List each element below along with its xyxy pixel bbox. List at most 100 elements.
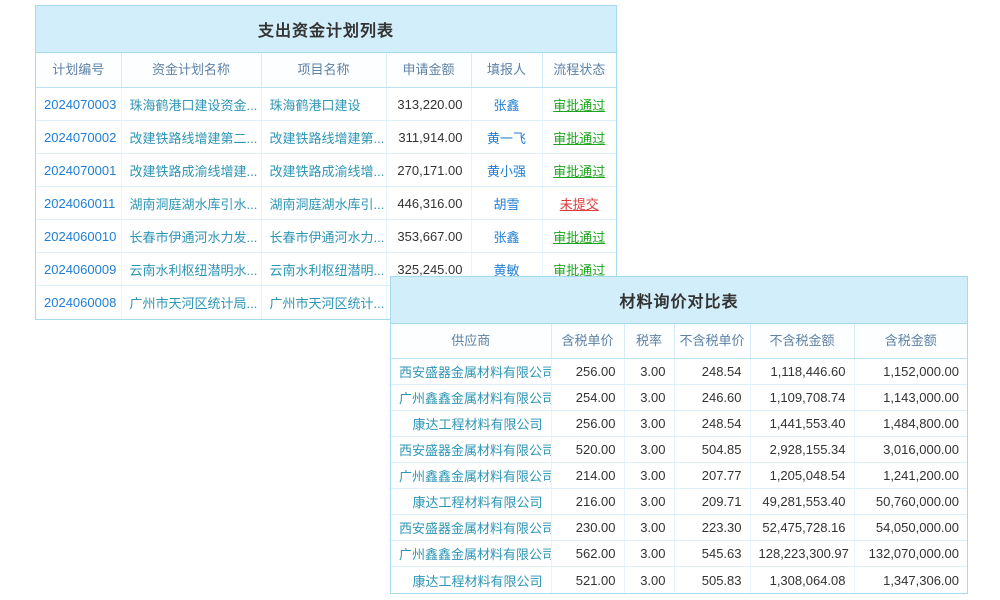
plan-list-title: 支出资金计划列表	[36, 6, 616, 53]
cell-amount-excl-tax: 1,205,048.54	[750, 463, 854, 489]
cell-tax-rate: 3.00	[624, 515, 674, 541]
quote-compare-table: 供应商 含税单价 税率 不含税单价 不含税金额 含税金额 西安盛器金属材料有限公…	[391, 324, 967, 593]
cell-plan-id[interactable]: 2024060009	[36, 253, 121, 286]
col-price-excl-tax: 不含税单价	[674, 324, 750, 359]
cell-plan-name: 湖南洞庭湖水库引水...	[121, 187, 261, 220]
col-amount-excl-tax: 不含税金额	[750, 324, 854, 359]
cell-price-incl-tax: 256.00	[551, 411, 624, 437]
cell-person: 张鑫	[471, 88, 542, 121]
table-row: 2024070003 珠海鹤港口建设资金... 珠海鹤港口建设 313,220.…	[36, 88, 616, 121]
cell-tax-rate: 3.00	[624, 567, 674, 593]
cell-supplier[interactable]: 西安盛器金属材料有限公司	[391, 437, 551, 463]
cell-amount: 311,914.00	[386, 121, 471, 154]
plan-list-header: 计划编号 资金计划名称 项目名称 申请金额 填报人 流程状态	[36, 53, 616, 88]
quote-compare-body: 西安盛器金属材料有限公司 256.00 3.00 248.54 1,118,44…	[391, 359, 967, 593]
table-row: 2024070001 改建铁路成渝线增建... 改建铁路成渝线增... 270,…	[36, 154, 616, 187]
cell-supplier[interactable]: 康达工程材料有限公司	[391, 411, 551, 437]
cell-price-incl-tax: 521.00	[551, 567, 624, 593]
cell-status-link[interactable]: 未提交	[542, 187, 616, 220]
table-row: 康达工程材料有限公司 256.00 3.00 248.54 1,441,553.…	[391, 411, 967, 437]
cell-amount-excl-tax: 49,281,553.40	[750, 489, 854, 515]
col-price-incl-tax: 含税单价	[551, 324, 624, 359]
cell-tax-rate: 3.00	[624, 437, 674, 463]
cell-status-link[interactable]: 审批通过	[542, 220, 616, 253]
cell-amount-excl-tax: 128,223,300.97	[750, 541, 854, 567]
col-supplier: 供应商	[391, 324, 551, 359]
cell-plan-id[interactable]: 2024070002	[36, 121, 121, 154]
cell-project-name: 珠海鹤港口建设	[261, 88, 386, 121]
cell-plan-id[interactable]: 2024060008	[36, 286, 121, 319]
cell-project-name: 长春市伊通河水力...	[261, 220, 386, 253]
cell-tax-rate: 3.00	[624, 463, 674, 489]
cell-price-incl-tax: 254.00	[551, 385, 624, 411]
col-project-name: 项目名称	[261, 53, 386, 88]
cell-price-excl-tax: 209.71	[674, 489, 750, 515]
quote-compare-title: 材料询价对比表	[391, 277, 967, 324]
cell-price-incl-tax: 562.00	[551, 541, 624, 567]
cell-status-link[interactable]: 审批通过	[542, 88, 616, 121]
table-row: 康达工程材料有限公司 216.00 3.00 209.71 49,281,553…	[391, 489, 967, 515]
cell-amount-excl-tax: 1,109,708.74	[750, 385, 854, 411]
cell-price-excl-tax: 246.60	[674, 385, 750, 411]
cell-person: 黄小强	[471, 154, 542, 187]
cell-person: 胡雪	[471, 187, 542, 220]
cell-price-excl-tax: 505.83	[674, 567, 750, 593]
cell-amount-excl-tax: 1,308,064.08	[750, 567, 854, 593]
cell-supplier[interactable]: 西安盛器金属材料有限公司	[391, 515, 551, 541]
cell-tax-rate: 3.00	[624, 489, 674, 515]
cell-amount: 313,220.00	[386, 88, 471, 121]
cell-amount-excl-tax: 52,475,728.16	[750, 515, 854, 541]
cell-tax-rate: 3.00	[624, 385, 674, 411]
cell-plan-name: 长春市伊通河水力发...	[121, 220, 261, 253]
cell-plan-name: 广州市天河区统计局...	[121, 286, 261, 319]
plan-list-panel: 支出资金计划列表 计划编号 资金计划名称 项目名称 申请金额 填报人 流程状态 …	[35, 5, 617, 320]
cell-person: 张鑫	[471, 220, 542, 253]
col-person: 填报人	[471, 53, 542, 88]
cell-plan-name: 改建铁路成渝线增建...	[121, 154, 261, 187]
table-row: 康达工程材料有限公司 521.00 3.00 505.83 1,308,064.…	[391, 567, 967, 593]
cell-amount-incl-tax: 1,347,306.00	[854, 567, 967, 593]
table-row: 广州鑫鑫金属材料有限公司 562.00 3.00 545.63 128,223,…	[391, 541, 967, 567]
cell-project-name: 改建铁路成渝线增...	[261, 154, 386, 187]
cell-plan-name: 改建铁路线增建第二...	[121, 121, 261, 154]
cell-price-excl-tax: 504.85	[674, 437, 750, 463]
table-row: 广州鑫鑫金属材料有限公司 214.00 3.00 207.77 1,205,04…	[391, 463, 967, 489]
cell-supplier[interactable]: 康达工程材料有限公司	[391, 567, 551, 593]
cell-amount-incl-tax: 50,760,000.00	[854, 489, 967, 515]
cell-project-name: 改建铁路线增建第...	[261, 121, 386, 154]
cell-plan-id[interactable]: 2024060010	[36, 220, 121, 253]
table-row: 2024060010 长春市伊通河水力发... 长春市伊通河水力... 353,…	[36, 220, 616, 253]
cell-supplier[interactable]: 西安盛器金属材料有限公司	[391, 359, 551, 385]
cell-project-name: 广州市天河区统计...	[261, 286, 386, 319]
cell-amount-excl-tax: 1,118,446.60	[750, 359, 854, 385]
cell-price-excl-tax: 248.54	[674, 411, 750, 437]
cell-amount-excl-tax: 2,928,155.34	[750, 437, 854, 463]
cell-amount-incl-tax: 1,143,000.00	[854, 385, 967, 411]
cell-plan-id[interactable]: 2024060011	[36, 187, 121, 220]
cell-plan-id[interactable]: 2024070003	[36, 88, 121, 121]
cell-price-excl-tax: 545.63	[674, 541, 750, 567]
cell-supplier[interactable]: 康达工程材料有限公司	[391, 489, 551, 515]
cell-plan-name: 珠海鹤港口建设资金...	[121, 88, 261, 121]
cell-amount: 270,171.00	[386, 154, 471, 187]
cell-price-excl-tax: 223.30	[674, 515, 750, 541]
cell-supplier[interactable]: 广州鑫鑫金属材料有限公司	[391, 541, 551, 567]
col-status: 流程状态	[542, 53, 616, 88]
cell-status-link[interactable]: 审批通过	[542, 121, 616, 154]
cell-amount-excl-tax: 1,441,553.40	[750, 411, 854, 437]
quote-compare-panel: 材料询价对比表 供应商 含税单价 税率 不含税单价 不含税金额 含税金额 西安盛…	[390, 276, 968, 594]
cell-tax-rate: 3.00	[624, 359, 674, 385]
table-row: 西安盛器金属材料有限公司 256.00 3.00 248.54 1,118,44…	[391, 359, 967, 385]
cell-tax-rate: 3.00	[624, 411, 674, 437]
table-row: 西安盛器金属材料有限公司 230.00 3.00 223.30 52,475,7…	[391, 515, 967, 541]
table-row: 2024060011 湖南洞庭湖水库引水... 湖南洞庭湖水库引... 446,…	[36, 187, 616, 220]
table-row: 2024070002 改建铁路线增建第二... 改建铁路线增建第... 311,…	[36, 121, 616, 154]
cell-amount-incl-tax: 1,484,800.00	[854, 411, 967, 437]
cell-amount: 353,667.00	[386, 220, 471, 253]
cell-price-excl-tax: 248.54	[674, 359, 750, 385]
cell-price-incl-tax: 216.00	[551, 489, 624, 515]
cell-supplier[interactable]: 广州鑫鑫金属材料有限公司	[391, 385, 551, 411]
cell-plan-id[interactable]: 2024070001	[36, 154, 121, 187]
cell-supplier[interactable]: 广州鑫鑫金属材料有限公司	[391, 463, 551, 489]
cell-status-link[interactable]: 审批通过	[542, 154, 616, 187]
